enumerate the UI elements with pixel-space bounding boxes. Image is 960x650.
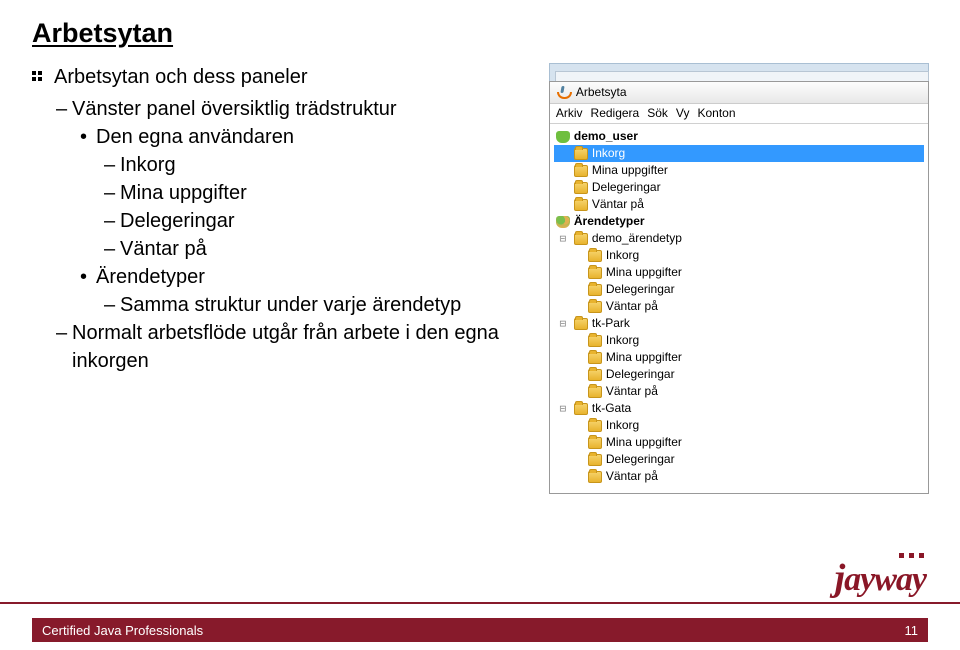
tree-node-arendetyper[interactable]: Ärendetyper bbox=[554, 213, 924, 230]
bullet-level4: Inkorg bbox=[104, 151, 531, 179]
tree-label: demo_ärendetyp bbox=[592, 231, 682, 246]
tree-node-item[interactable]: Väntar på bbox=[554, 298, 924, 315]
folder-icon bbox=[588, 369, 602, 381]
tree-label: Mina uppgifter bbox=[592, 163, 668, 178]
tree-node-item[interactable]: Väntar på bbox=[554, 468, 924, 485]
tree-label: Mina uppgifter bbox=[606, 435, 682, 450]
tree-label: Inkorg bbox=[592, 146, 625, 161]
java-icon bbox=[556, 86, 570, 100]
menubar: Arkiv Redigera Sök Vy Konton bbox=[550, 104, 928, 124]
bullet-level4: Samma struktur under varje ärendetyp bbox=[104, 291, 531, 319]
company-logo: jayway bbox=[835, 553, 926, 600]
bullet-level2: Normalt arbetsflöde utgår från arbete i … bbox=[56, 319, 531, 375]
tree-label: Inkorg bbox=[606, 333, 639, 348]
folder-icon bbox=[588, 267, 602, 279]
window-titlebar[interactable]: Arbetsyta bbox=[550, 82, 928, 104]
tree-node-item[interactable]: Delegeringar bbox=[554, 281, 924, 298]
window-title: Arbetsyta bbox=[576, 85, 627, 100]
tree-label: Väntar på bbox=[592, 197, 644, 212]
footer-text: Certified Java Professionals bbox=[42, 623, 203, 638]
tree-node-item[interactable]: Mina uppgifter bbox=[554, 264, 924, 281]
folder-icon bbox=[574, 148, 588, 160]
menu-item[interactable]: Redigera bbox=[591, 106, 640, 121]
tree-label: Delegeringar bbox=[606, 282, 675, 297]
bullet-level2: Vänster panel översiktlig trädstruktur bbox=[56, 95, 531, 123]
tree-expand-icon[interactable]: ⊟ bbox=[556, 402, 570, 416]
tree-node-type[interactable]: ⊟ tk-Gata bbox=[554, 400, 924, 417]
tree-node-item[interactable]: Inkorg bbox=[554, 417, 924, 434]
folder-icon bbox=[588, 335, 602, 347]
folder-icon bbox=[574, 403, 588, 415]
logo-text: jayway bbox=[835, 556, 926, 600]
menu-item[interactable]: Arkiv bbox=[556, 106, 583, 121]
bullet-level1: Arbetsytan och dess paneler bbox=[32, 63, 531, 91]
tree-node-item[interactable]: Delegeringar bbox=[554, 451, 924, 468]
bullet-level4: Mina uppgifter bbox=[104, 179, 531, 207]
bullet-level4: Väntar på bbox=[104, 235, 531, 263]
tree-node-type[interactable]: ⊟ tk-Park bbox=[554, 315, 924, 332]
tree-label: Delegeringar bbox=[606, 367, 675, 382]
tree-node-user[interactable]: demo_user bbox=[554, 128, 924, 145]
folder-icon bbox=[574, 318, 588, 330]
tree-node-item[interactable]: Inkorg bbox=[554, 332, 924, 349]
tree-node-item[interactable]: Delegeringar bbox=[554, 366, 924, 383]
tree-node-item[interactable]: Väntar på bbox=[554, 196, 924, 213]
bullet-marker-icon bbox=[32, 71, 44, 81]
folder-icon bbox=[588, 250, 602, 262]
tree-label: Väntar på bbox=[606, 469, 658, 484]
menu-item[interactable]: Vy bbox=[676, 106, 690, 121]
bullet-text: Arbetsytan och dess paneler bbox=[54, 63, 308, 91]
folder-icon bbox=[588, 284, 602, 296]
tree-node-item[interactable]: Inkorg bbox=[554, 145, 924, 162]
users-icon bbox=[556, 216, 570, 228]
tree-label: Ärendetyper bbox=[574, 214, 645, 229]
tree-label: Inkorg bbox=[606, 248, 639, 263]
folder-icon bbox=[588, 454, 602, 466]
tree-label: tk-Park bbox=[592, 316, 630, 331]
bullet-level3: Ärendetyper bbox=[80, 263, 531, 291]
menu-item[interactable]: Konton bbox=[697, 106, 735, 121]
tree-label: tk-Gata bbox=[592, 401, 631, 416]
footer-divider bbox=[0, 602, 960, 604]
folder-icon bbox=[574, 165, 588, 177]
folder-icon bbox=[588, 301, 602, 313]
tree-node-type[interactable]: ⊟ demo_ärendetyp bbox=[554, 230, 924, 247]
folder-icon bbox=[588, 437, 602, 449]
tree-label: demo_user bbox=[574, 129, 638, 144]
folder-icon bbox=[588, 386, 602, 398]
tree-label: Delegeringar bbox=[606, 452, 675, 467]
workspace-window: Arbetsyta Arkiv Redigera Sök Vy Konton d… bbox=[549, 81, 929, 494]
tree-node-item[interactable]: Mina uppgifter bbox=[554, 349, 924, 366]
folder-icon bbox=[588, 420, 602, 432]
tree-label: Väntar på bbox=[606, 384, 658, 399]
tree-label: Mina uppgifter bbox=[606, 350, 682, 365]
bullet-list: Arbetsytan och dess paneler Vänster pane… bbox=[32, 63, 531, 375]
folder-icon bbox=[588, 352, 602, 364]
tree-label: Delegeringar bbox=[592, 180, 661, 195]
bullet-level4: Delegeringar bbox=[104, 207, 531, 235]
tree-label: Väntar på bbox=[606, 299, 658, 314]
user-icon bbox=[556, 131, 570, 143]
screenshot: Arbetsyta Arkiv Redigera Sök Vy Konton d… bbox=[549, 63, 928, 375]
footer-bar: Certified Java Professionals 11 bbox=[32, 618, 928, 642]
tree-panel: demo_user Inkorg Mina uppgifter Delegeri… bbox=[550, 124, 928, 493]
bullet-level3: Den egna användaren bbox=[80, 123, 531, 151]
folder-icon bbox=[574, 233, 588, 245]
tree-label: Mina uppgifter bbox=[606, 265, 682, 280]
page-number: 11 bbox=[905, 623, 919, 638]
tree-label: Inkorg bbox=[606, 418, 639, 433]
tree-node-item[interactable]: Inkorg bbox=[554, 247, 924, 264]
folder-icon bbox=[588, 471, 602, 483]
folder-icon bbox=[574, 182, 588, 194]
tree-node-item[interactable]: Väntar på bbox=[554, 383, 924, 400]
tree-node-item[interactable]: Delegeringar bbox=[554, 179, 924, 196]
tree-expand-icon[interactable]: ⊟ bbox=[556, 317, 570, 331]
menu-item[interactable]: Sök bbox=[647, 106, 668, 121]
folder-icon bbox=[574, 199, 588, 211]
tree-node-item[interactable]: Mina uppgifter bbox=[554, 434, 924, 451]
tree-expand-icon[interactable]: ⊟ bbox=[556, 232, 570, 246]
slide-title: Arbetsytan bbox=[32, 18, 928, 49]
tree-node-item[interactable]: Mina uppgifter bbox=[554, 162, 924, 179]
